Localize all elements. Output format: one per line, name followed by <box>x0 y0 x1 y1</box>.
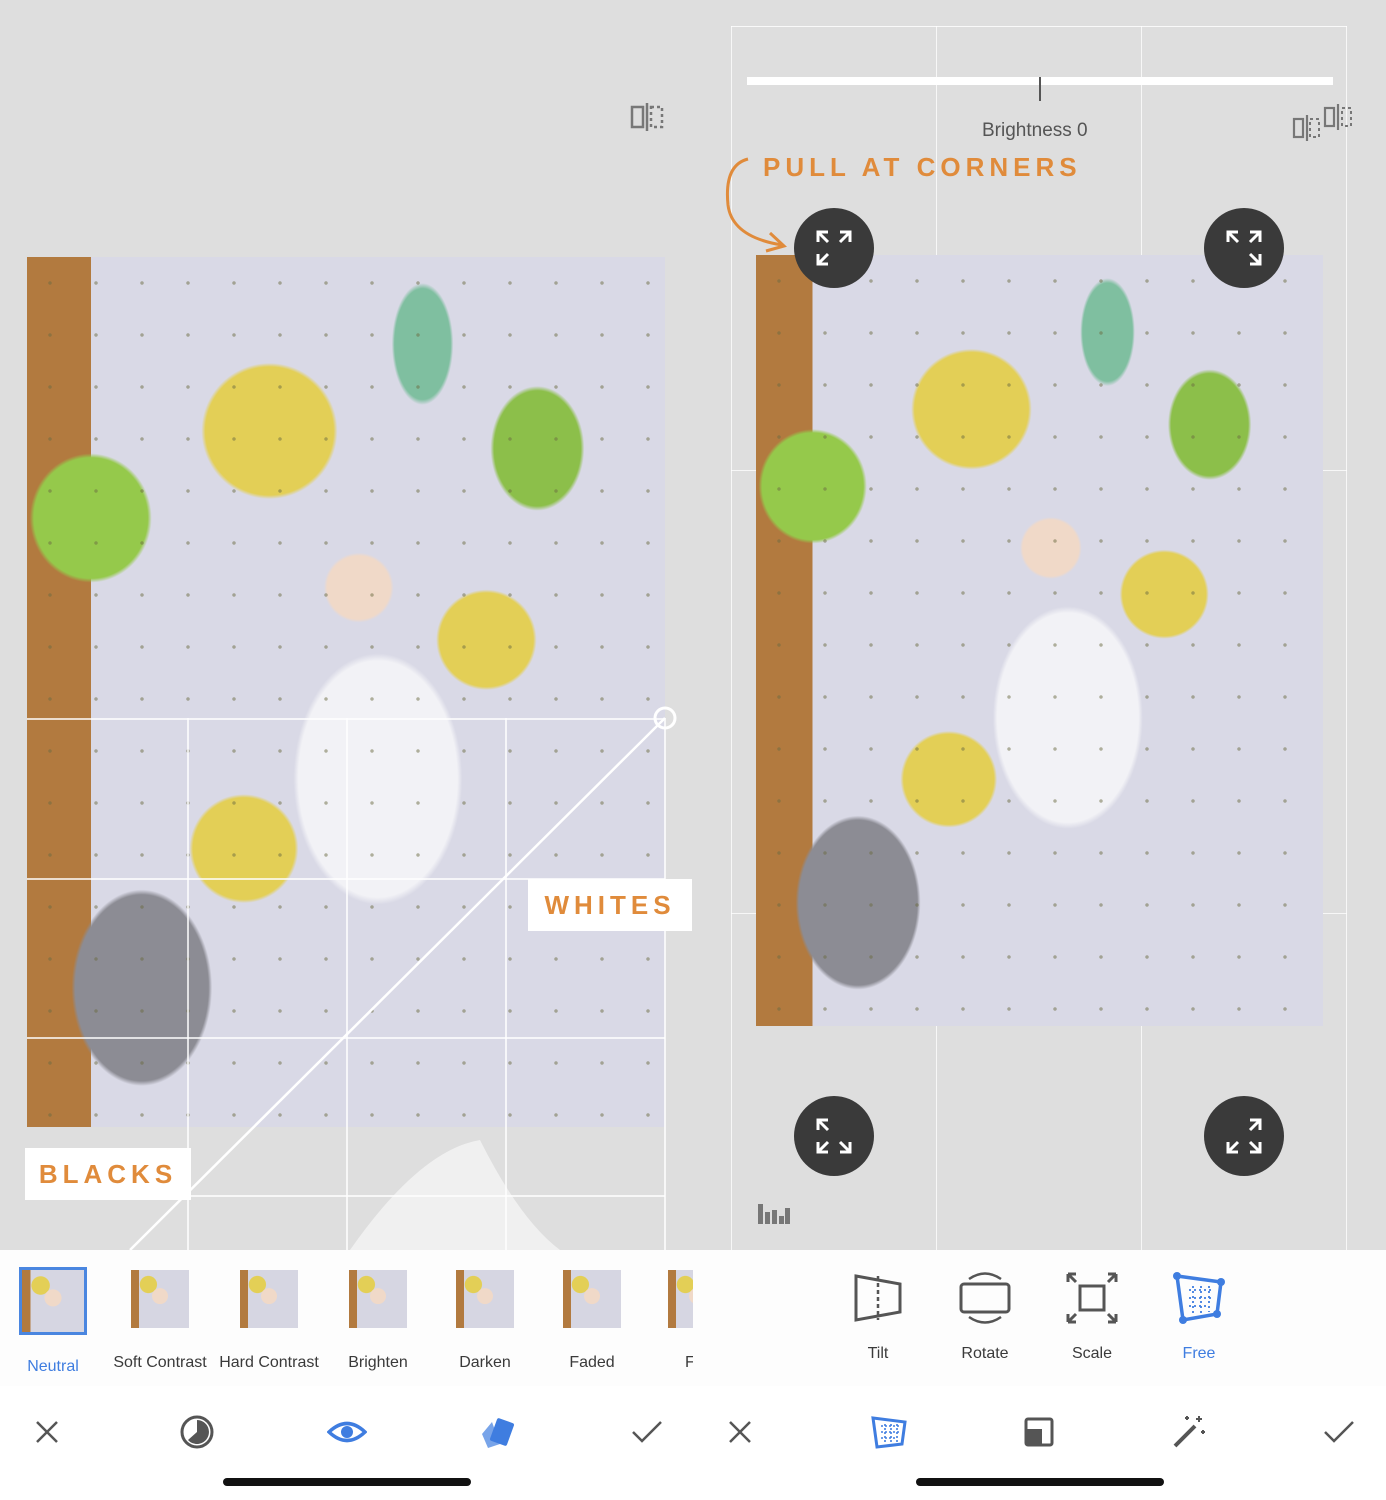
blacks-tag: BLACKS <box>25 1148 191 1200</box>
filter-brighten[interactable]: Brighten <box>328 1270 428 1372</box>
perspective-icon[interactable] <box>867 1410 911 1454</box>
perspective-grid-line <box>731 26 1347 27</box>
filter-thumbnail <box>668 1270 693 1328</box>
close-icon[interactable] <box>25 1410 69 1454</box>
transform-tools: Tilt Rotate Scale Free <box>693 1250 1386 1386</box>
histogram-icon[interactable] <box>757 1202 791 1231</box>
scale-icon <box>1066 1272 1118 1324</box>
filter-thumbnail <box>19 1267 87 1335</box>
preview-eye-icon[interactable] <box>325 1410 369 1454</box>
corner-handle-top-right[interactable] <box>1204 208 1284 288</box>
tilt-icon <box>854 1274 902 1322</box>
brightness-slider-knob[interactable] <box>1039 77 1041 101</box>
tone-curve[interactable] <box>0 0 693 1250</box>
filter-thumbnail <box>349 1270 407 1328</box>
filter-thumbnail <box>456 1270 514 1328</box>
expand-icon <box>816 1118 852 1154</box>
annotation-arrow-icon <box>725 157 787 253</box>
transformed-photo <box>756 255 1323 1026</box>
brightness-label: Brightness 0 <box>982 120 1088 141</box>
styles-icon[interactable] <box>475 1410 519 1454</box>
fill-icon[interactable] <box>1017 1410 1061 1454</box>
home-indicator <box>915 1478 1164 1486</box>
tool-free[interactable]: Free <box>1149 1270 1249 1363</box>
home-indicator <box>222 1478 471 1486</box>
curves-panel: WHITES BLACKS Neutral Soft Contrast Hard… <box>0 0 693 1500</box>
apply-check-icon[interactable] <box>1317 1410 1361 1454</box>
tool-scale[interactable]: Scale <box>1042 1270 1142 1363</box>
filter-thumbnail <box>240 1270 298 1328</box>
filter-hard-contrast[interactable]: Hard Contrast <box>219 1270 319 1372</box>
apply-check-icon[interactable] <box>625 1410 669 1454</box>
filter-thumbnail <box>563 1270 621 1328</box>
filter-soft-contrast[interactable]: Soft Contrast <box>110 1270 210 1372</box>
tool-tilt[interactable]: Tilt <box>828 1270 928 1363</box>
corner-handle-bottom-left[interactable] <box>794 1096 874 1176</box>
perspective-grid-line <box>1346 26 1347 1250</box>
bottom-toolbar <box>0 1386 693 1500</box>
compare-icon[interactable] <box>1292 104 1356 149</box>
style-dial-icon[interactable] <box>175 1410 219 1454</box>
auto-magic-icon[interactable] <box>1167 1410 1211 1454</box>
close-icon[interactable] <box>718 1410 762 1454</box>
corner-handle-bottom-right[interactable] <box>1204 1096 1284 1176</box>
whites-tag: WHITES <box>528 879 692 931</box>
filter-partial[interactable]: F <box>640 1270 693 1372</box>
expand-icon <box>1226 230 1262 266</box>
pull-at-corners-annotation: PULL AT CORNERS <box>763 152 1082 182</box>
tool-rotate[interactable]: Rotate <box>935 1270 1035 1363</box>
rotate-icon <box>959 1272 1011 1324</box>
filter-thumbnail <box>131 1270 189 1328</box>
histogram <box>350 1140 560 1250</box>
bottom-toolbar <box>693 1386 1386 1500</box>
expand-icon <box>816 230 852 266</box>
filter-darken[interactable]: Darken <box>435 1270 535 1372</box>
free-transform-icon <box>1173 1272 1225 1324</box>
corner-handle-top-left[interactable] <box>794 208 874 288</box>
filter-faded[interactable]: Faded <box>542 1270 642 1372</box>
filter-strip: Neutral Soft Contrast Hard Contrast Brig… <box>0 1250 693 1386</box>
expand-icon <box>1226 1118 1262 1154</box>
filter-neutral[interactable]: Neutral <box>3 1267 103 1376</box>
